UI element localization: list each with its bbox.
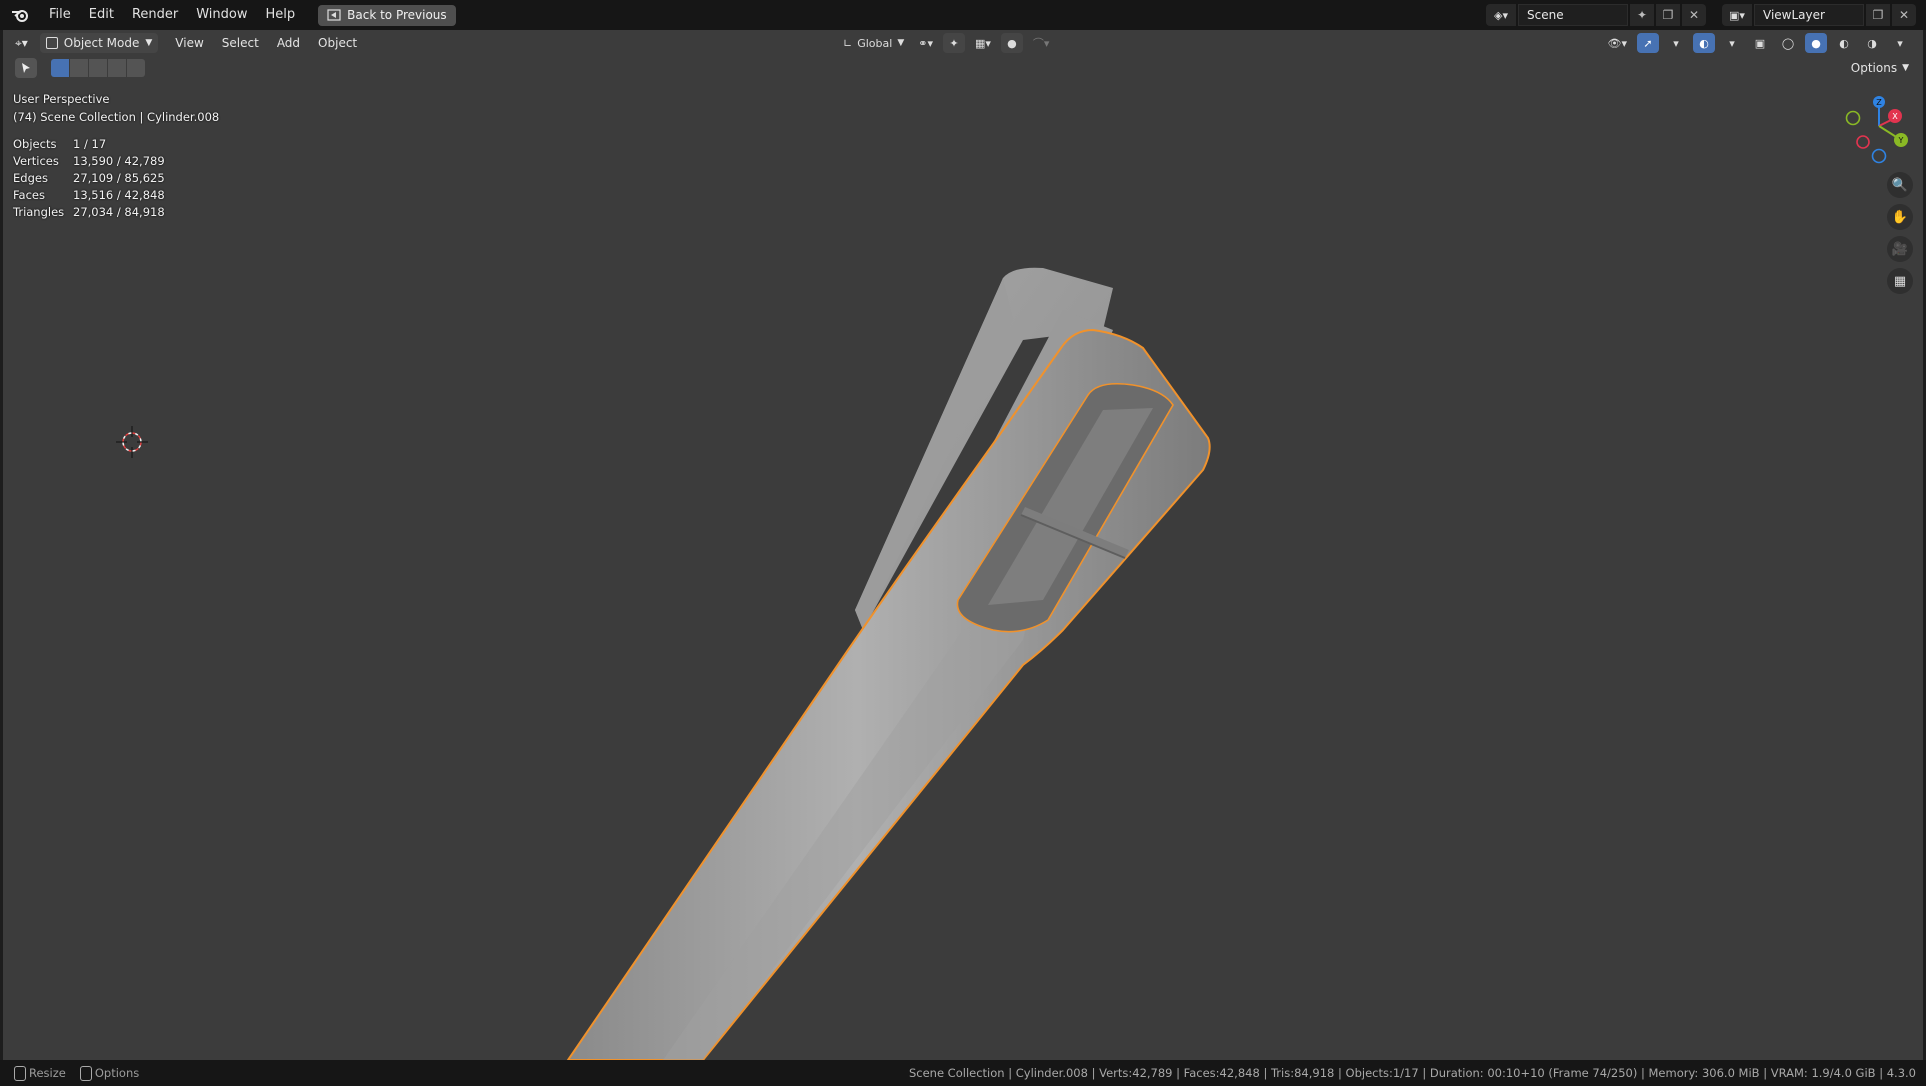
- selection-mode-buttons[interactable]: [51, 59, 145, 77]
- editor-type-icon: ⌖▾: [15, 35, 28, 50]
- menu-render[interactable]: Render: [123, 0, 187, 30]
- scene-statistics: Objects 1 / 17 Vertices 13,590 / 42,789 Ed…: [13, 136, 219, 221]
- viewport-info-overlay: User Perspective (74) Scene Collection |…: [13, 90, 219, 221]
- scene-canvas[interactable]: [3, 30, 1923, 1060]
- neg-z-axis-handle[interactable]: [1871, 148, 1887, 164]
- transform-orientation-label: Global: [857, 36, 893, 50]
- new-scene-icon[interactable]: ❐: [1656, 4, 1680, 26]
- solid-shading-icon[interactable]: ●: [1805, 33, 1827, 53]
- back-to-previous-label: Back to Previous: [347, 8, 447, 22]
- perspective-grid-icon[interactable]: ▦: [1887, 268, 1913, 294]
- scene-name-field[interactable]: Scene: [1518, 4, 1628, 26]
- stat-row: Objects 1 / 17: [13, 137, 107, 151]
- view-layer-name-field[interactable]: ViewLayer: [1754, 4, 1864, 26]
- navigation-gizmo[interactable]: Z X Y: [1839, 96, 1909, 176]
- transform-orientation-dropdown[interactable]: ∟ Global ▼: [839, 33, 908, 53]
- chevron-down-icon: ▼: [145, 38, 153, 48]
- status-resize-hint: Resize: [14, 1065, 66, 1081]
- options-dropdown[interactable]: Options ▼: [1842, 58, 1917, 78]
- delete-view-layer-icon[interactable]: ✕: [1892, 4, 1916, 26]
- pin-icon[interactable]: ✦: [1630, 4, 1654, 26]
- delete-scene-icon[interactable]: ✕: [1682, 4, 1706, 26]
- menu-view[interactable]: View: [166, 36, 212, 50]
- scene-selector[interactable]: ◈▾ Scene ✦ ❐ ✕: [1486, 4, 1706, 26]
- rendered-shading-icon[interactable]: ◑: [1861, 33, 1883, 53]
- tool-settings-row: [15, 58, 145, 78]
- menu-help[interactable]: Help: [257, 0, 305, 30]
- select-tool-icon[interactable]: [15, 58, 37, 78]
- new-view-layer-icon[interactable]: ❐: [1866, 4, 1890, 26]
- menu-select[interactable]: Select: [213, 36, 268, 50]
- view-layer-selector[interactable]: ▣▾ ViewLayer ❐ ✕: [1722, 4, 1916, 26]
- chevron-down-icon: ▼: [1902, 63, 1909, 73]
- menu-edit[interactable]: Edit: [80, 0, 123, 30]
- editor-type-selector[interactable]: ⌖▾: [9, 33, 34, 53]
- navigation-buttons: 🔍 ✋ 🎥 ▦: [1887, 172, 1913, 294]
- 3d-viewport[interactable]: ⌖▾ Object Mode ▼ View Select Add Object …: [3, 30, 1923, 1060]
- pivot-point-icon[interactable]: ⚭▾: [914, 33, 937, 53]
- object-mode-label: Object Mode: [63, 36, 140, 50]
- view-layer-icon[interactable]: ▣▾: [1722, 4, 1752, 26]
- stat-row: Vertices 13,590 / 42,789: [13, 154, 165, 168]
- object-mode-dropdown[interactable]: Object Mode ▼: [39, 33, 159, 53]
- status-bar: Resize Options Scene Collection | Cylind…: [0, 1060, 1926, 1086]
- snap-toggle-icon[interactable]: ✦: [942, 33, 965, 53]
- select-new-icon[interactable]: [51, 59, 69, 77]
- material-shading-icon[interactable]: ◐: [1833, 33, 1855, 53]
- blender-logo-icon[interactable]: [0, 0, 40, 30]
- menu-object[interactable]: Object: [309, 36, 366, 50]
- gizmo-toggle-icon[interactable]: ➚: [1637, 33, 1659, 53]
- mouse-left-icon: [14, 1065, 26, 1081]
- chevron-down-icon: ▼: [897, 38, 905, 48]
- select-subtract-icon[interactable]: [89, 59, 107, 77]
- select-extend-icon[interactable]: [70, 59, 88, 77]
- menu-add[interactable]: Add: [268, 36, 309, 50]
- overlays-dropdown-icon[interactable]: ▾: [1721, 33, 1743, 53]
- wireframe-shading-icon[interactable]: ◯: [1777, 33, 1799, 53]
- proportional-falloff-icon[interactable]: ⌒▾: [1029, 33, 1054, 53]
- gizmo-dropdown-icon[interactable]: ▾: [1665, 33, 1687, 53]
- selected-object-cylinder[interactable]: [566, 328, 1211, 1060]
- 3d-cursor-icon[interactable]: [116, 426, 148, 458]
- stat-row: Faces 13,516 / 42,848: [13, 188, 165, 202]
- back-to-previous-button[interactable]: Back to Previous: [318, 4, 456, 26]
- object-mode-icon: [45, 37, 58, 49]
- options-label: Options: [1850, 61, 1898, 75]
- visibility-icon[interactable]: 👁▾: [1604, 33, 1632, 53]
- select-invert-icon[interactable]: [108, 59, 126, 77]
- neg-y-axis-handle[interactable]: [1845, 110, 1861, 126]
- svg-text:X: X: [1892, 112, 1898, 121]
- status-options-hint: Options: [79, 1065, 139, 1081]
- mouse-right-icon: [79, 1065, 92, 1081]
- back-icon: [327, 9, 341, 21]
- overlays-toggle-icon[interactable]: ◐: [1693, 33, 1715, 53]
- menu-file[interactable]: File: [40, 0, 80, 30]
- menu-window[interactable]: Window: [187, 0, 256, 30]
- camera-view-icon[interactable]: 🎥: [1887, 236, 1913, 262]
- shading-dropdown-icon[interactable]: ▾: [1889, 33, 1911, 53]
- neg-x-axis-handle[interactable]: [1856, 135, 1870, 149]
- status-info: Scene Collection | Cylinder.008 | Verts:…: [908, 1066, 1916, 1080]
- collection-info: (74) Scene Collection | Cylinder.008: [13, 110, 220, 124]
- view-name: User Perspective: [13, 92, 110, 106]
- pan-hand-icon[interactable]: ✋: [1887, 204, 1913, 230]
- select-intersect-icon[interactable]: [127, 59, 145, 77]
- xray-toggle-icon[interactable]: ▣: [1749, 33, 1771, 53]
- svg-text:Y: Y: [1898, 136, 1904, 145]
- svg-text:Z: Z: [1876, 98, 1882, 107]
- top-bar: File Edit Render Window Help Back to Pre…: [0, 0, 1926, 30]
- zoom-icon[interactable]: 🔍: [1887, 172, 1913, 198]
- orientation-icon: ∟: [843, 36, 853, 50]
- scene-icon[interactable]: ◈▾: [1486, 4, 1516, 26]
- viewport-header: ⌖▾ Object Mode ▼ View Select Add Object …: [3, 30, 1923, 56]
- proportional-editing-icon[interactable]: ●: [1000, 33, 1023, 53]
- stat-row: Triangles 27,034 / 84,918: [13, 205, 165, 219]
- stat-row: Edges 27,109 / 85,625: [13, 171, 165, 185]
- snap-target-icon[interactable]: ▦▾: [971, 33, 995, 53]
